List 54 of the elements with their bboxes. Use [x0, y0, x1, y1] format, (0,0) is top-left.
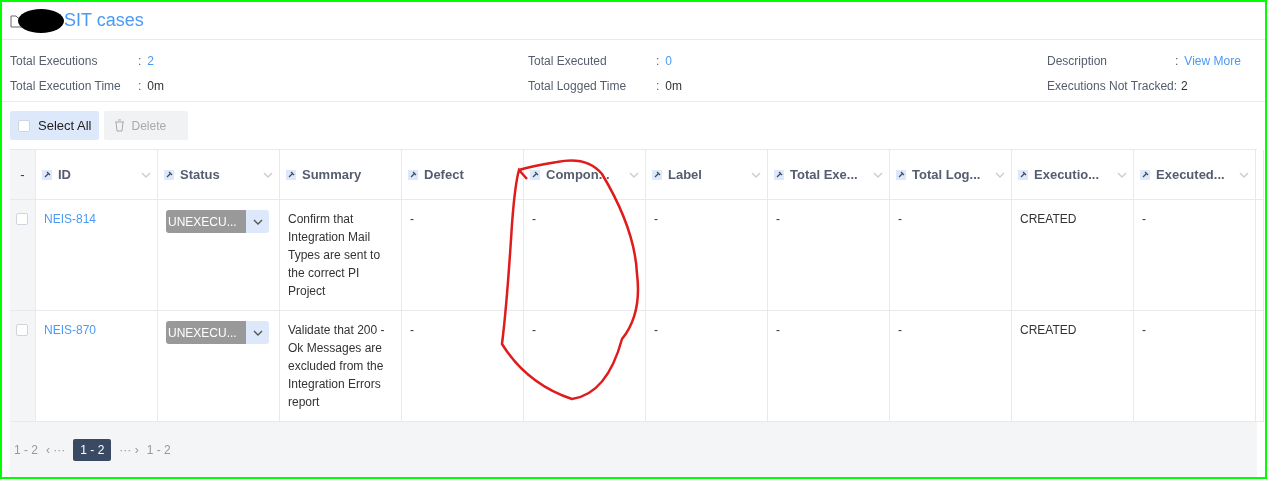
pin-icon[interactable] — [42, 169, 52, 180]
pin-icon[interactable] — [530, 169, 540, 180]
column-header[interactable]: Total Exe... — [768, 150, 890, 200]
table-cell: - — [1134, 200, 1256, 311]
page-title: SIT cases — [64, 10, 144, 31]
row-checkbox[interactable] — [16, 213, 28, 225]
chevron-icon[interactable] — [252, 329, 263, 336]
range-text: 1 - 2 — [146, 442, 171, 457]
colon: : — [138, 79, 142, 93]
column-header[interactable]: Total Log... — [890, 150, 1012, 200]
column-header[interactable]: Label — [646, 150, 768, 200]
pin-icon[interactable] — [408, 169, 418, 180]
table-cell: - — [768, 200, 890, 311]
colon: : — [138, 54, 142, 68]
stat-label: Description — [1047, 54, 1109, 68]
colon: : — [1175, 54, 1179, 68]
trash-icon — [114, 119, 126, 132]
select-all-button[interactable]: Select All — [10, 111, 100, 140]
pin-icon[interactable] — [1018, 169, 1028, 180]
stat-label: Total Logged Time — [528, 79, 628, 93]
summary-cell: Confirm that Integration Mail Types are sent to the correct PI Project — [280, 200, 402, 311]
table-cell: - — [646, 200, 768, 311]
stat-value: 0m — [665, 79, 682, 93]
colon: : — [656, 79, 660, 93]
table-cell: - — [890, 200, 1012, 311]
stat-label: Total Executions — [10, 54, 99, 68]
stat-label: Total Executed — [528, 54, 608, 68]
chevron-icon[interactable] — [252, 218, 263, 225]
redaction-mark — [18, 8, 64, 33]
pin-icon[interactable] — [164, 169, 174, 180]
stat-value: 0m — [147, 79, 164, 93]
pin-icon[interactable] — [896, 169, 906, 180]
column-header — [1256, 150, 1264, 200]
row-checkbox[interactable] — [16, 324, 28, 336]
pin-icon[interactable] — [1140, 169, 1150, 180]
range-text: 1 - 2 — [14, 442, 38, 457]
pin-icon[interactable] — [652, 169, 662, 180]
column-header[interactable]: Summary — [280, 150, 402, 200]
table-cell: CREATED — [1012, 200, 1134, 311]
pin-icon[interactable] — [774, 169, 784, 180]
table-cell: - — [524, 200, 646, 311]
table-cell: - — [402, 200, 524, 311]
column-header[interactable]: Defect — [402, 150, 524, 200]
column-header: - — [10, 150, 36, 200]
column-header[interactable]: Status — [158, 150, 280, 200]
colon: : — [656, 54, 660, 68]
column-header[interactable]: Executio... — [1012, 150, 1134, 200]
stat-label: Total Execution Time — [10, 79, 122, 93]
current-page[interactable]: 1 - 2 — [73, 438, 112, 461]
column-header[interactable]: ID — [36, 150, 158, 200]
stat-value: 2 — [1181, 79, 1188, 93]
column-header[interactable]: Executed... — [1134, 150, 1256, 200]
stat-label: Executions Not Tracked: — [1047, 79, 1178, 93]
pin-icon[interactable] — [286, 169, 296, 180]
